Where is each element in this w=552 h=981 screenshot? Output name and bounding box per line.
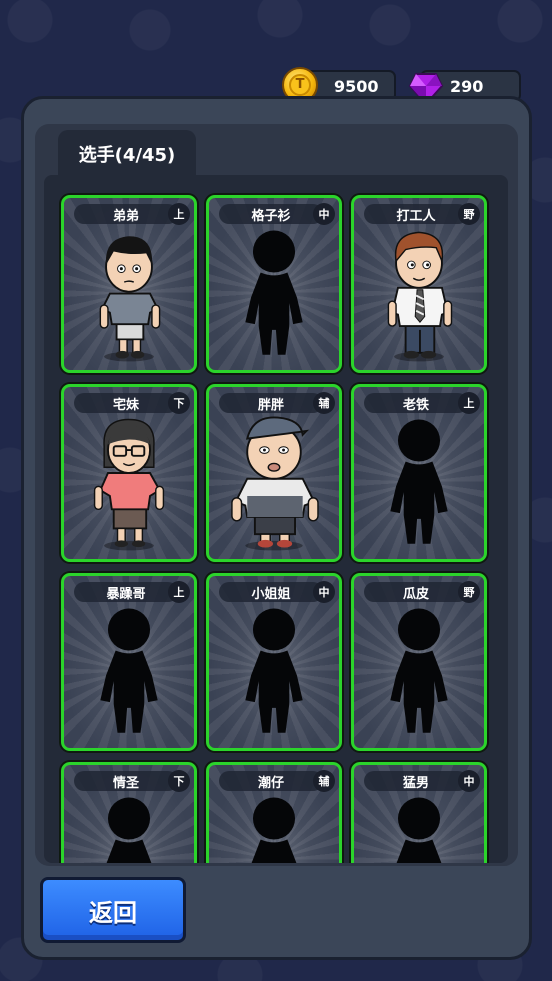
player-card[interactable]: 格子衫中 xyxy=(206,195,342,373)
player-name: 格子衫 xyxy=(219,204,323,224)
player-grid: 弟弟上 格子衫中 打工人野 宅妹下 胖胖 辅 老铁 上 暴躁哥 上 小姐姐 中 … xyxy=(44,175,508,863)
player-name: 宅妹 xyxy=(74,393,178,413)
role-badge: 下 xyxy=(168,392,190,414)
player-card[interactable]: 宅妹下 xyxy=(61,384,197,562)
player-card[interactable]: 潮仔辅 xyxy=(206,762,342,863)
role-badge: 野 xyxy=(458,203,480,225)
role-badge: 中 xyxy=(313,203,335,225)
tab-players[interactable]: 选手(4/45) xyxy=(58,130,196,178)
player-card[interactable]: 情圣下 xyxy=(61,762,197,863)
player-name: 小姐姐 xyxy=(219,582,323,602)
role-badge: 上 xyxy=(168,581,190,603)
player-card[interactable]: 猛男中 xyxy=(351,762,487,863)
player-name: 打工人 xyxy=(364,204,468,224)
back-button[interactable]: 返回 xyxy=(40,877,186,943)
player-name: 潮仔 xyxy=(219,771,323,791)
player-card[interactable]: 老铁上 xyxy=(351,384,487,562)
player-name: 暴躁哥 xyxy=(74,582,178,602)
role-badge: 野 xyxy=(458,581,480,603)
player-card[interactable]: 弟弟上 xyxy=(61,195,197,373)
role-badge: 中 xyxy=(458,770,480,792)
role-badge: 辅 xyxy=(313,392,335,414)
role-badge: 上 xyxy=(458,392,480,414)
player-card[interactable]: 小姐姐中 xyxy=(206,573,342,751)
player-card[interactable]: 胖胖辅 xyxy=(206,384,342,562)
player-name: 瓜皮 xyxy=(364,582,468,602)
role-badge: 辅 xyxy=(313,770,335,792)
player-name: 老铁 xyxy=(364,393,468,413)
player-card[interactable]: 瓜皮野 xyxy=(351,573,487,751)
role-badge: 上 xyxy=(168,203,190,225)
player-name: 弟弟 xyxy=(74,204,178,224)
coin-amount: 9500 xyxy=(334,76,379,96)
player-name: 猛男 xyxy=(364,771,468,791)
role-badge: 中 xyxy=(313,581,335,603)
player-name: 胖胖 xyxy=(219,393,323,413)
role-badge: 下 xyxy=(168,770,190,792)
player-name: 情圣 xyxy=(74,771,178,791)
player-card[interactable]: 打工人野 xyxy=(351,195,487,373)
player-card[interactable]: 暴躁哥上 xyxy=(61,573,197,751)
gem-amount: 290 xyxy=(450,76,484,96)
